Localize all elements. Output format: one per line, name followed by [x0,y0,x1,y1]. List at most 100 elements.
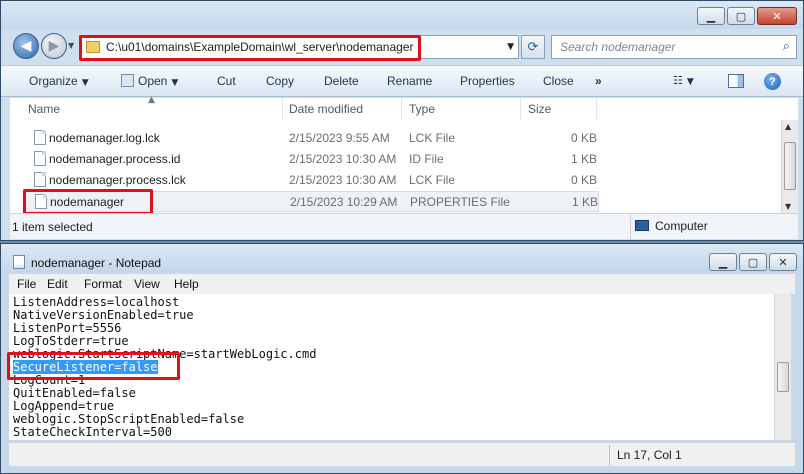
status-divider [609,445,610,465]
column-size[interactable]: Size [528,102,551,116]
minimize-icon: ▁ [706,9,716,23]
file-name: nodemanager.process.lck [49,173,186,187]
chevron-down-icon: ▼ [81,78,89,88]
file-size: 1 KB [571,152,598,166]
preview-pane-button[interactable] [728,74,744,88]
window-title: nodemanager - Notepad [31,256,162,270]
maximize-icon: ▢ [747,255,759,269]
status-divider [630,214,631,240]
organize-button[interactable]: Organize ▼ [29,74,89,88]
file-size: 1 KB [572,195,599,209]
editor-scrollbar[interactable] [774,294,791,440]
file-icon [34,172,46,187]
details-view-icon: ☷ [673,74,683,87]
column-date-modified[interactable]: Date modified [289,102,363,116]
file-date: 2/15/2023 10:30 AM [289,152,397,166]
open-button[interactable]: Open ▼ [121,74,178,88]
search-placeholder: Search nodemanager [560,40,676,54]
chevron-down-icon: ▼ [171,78,179,88]
column-divider[interactable] [596,98,597,120]
maximize-button[interactable]: ▢ [739,253,767,271]
close-file-button[interactable]: Close [543,74,574,88]
file-type: PROPERTIES File [410,195,510,209]
close-icon: ✕ [778,255,788,269]
file-row[interactable]: nodemanager.process.lck 2/15/2023 10:30 … [24,170,599,191]
folder-icon [86,41,100,53]
column-name[interactable]: Name [28,102,60,116]
scrollbar-thumb[interactable] [777,362,789,392]
refresh-icon: ⟳ [527,39,539,55]
file-row-selected[interactable]: nodemanager 2/15/2023 10:29 AM PROPERTIE… [24,191,599,212]
file-name: nodemanager.process.id [49,152,181,166]
address-bar[interactable]: C:\u01\domains\ExampleDomain\wl_server\n… [79,35,519,59]
back-button[interactable]: ◀ [13,33,39,59]
location-label: Computer [655,219,708,233]
scrollbar-thumb[interactable] [784,142,796,190]
refresh-button[interactable]: ⟳ [521,35,545,59]
properties-button[interactable]: Properties [460,74,515,88]
column-divider[interactable] [282,98,283,120]
notepad-icon [121,74,134,87]
file-type: ID File [409,152,444,166]
search-icon[interactable]: ⌕ [783,39,790,54]
search-input[interactable]: Search nodemanager ⌕ [551,35,797,59]
text-line: StateCheckInterval=500 [13,425,172,439]
forward-button[interactable]: ▶ [41,33,67,59]
delete-button[interactable]: Delete [324,74,359,88]
forward-arrow-icon: ▶ [48,38,60,54]
close-window-button[interactable]: ✕ [757,7,797,25]
file-row[interactable]: nodemanager.process.id 2/15/2023 10:30 A… [24,149,599,170]
rename-button[interactable]: Rename [387,74,432,88]
notepad-status-bar: Ln 17, Col 1 [9,442,795,466]
menu-format[interactable]: Format [84,277,122,291]
file-icon [34,130,46,145]
file-date: 2/15/2023 10:29 AM [290,195,398,209]
menu-file[interactable]: File [17,277,36,291]
maximize-icon: ▢ [735,9,747,23]
minimize-icon: ▁ [718,255,728,269]
view-options-button[interactable]: ☷ ▼ [673,74,694,87]
text-editor[interactable]: ListenAddress=localhost NativeVersionEna… [9,294,791,440]
scroll-up-icon[interactable]: ▲ [785,122,791,131]
explorer-titlebar[interactable]: ▁ ▢ ✕ [1,1,803,29]
file-list: ▲ Name Date modified Type Size nodemanag… [10,95,798,213]
notepad-icon [13,255,25,269]
more-commands-button[interactable]: » [595,74,602,88]
minimize-button[interactable]: ▁ [709,253,737,271]
notepad-titlebar[interactable]: nodemanager - Notepad ▁ ▢ ✕ [1,244,803,272]
close-window-button[interactable]: ✕ [769,253,797,271]
selected-text: SecureListener=false [13,360,158,374]
menu-help[interactable]: Help [174,277,199,291]
command-toolbar: Organize ▼ Open ▼ Cut Copy Delete Rename P… [1,65,803,97]
column-divider[interactable] [520,98,521,120]
menu-view[interactable]: View [134,277,160,291]
open-label: Open [138,74,168,88]
menu-edit[interactable]: Edit [47,277,68,291]
file-type: LCK File [409,131,456,145]
copy-button[interactable]: Copy [266,74,294,88]
help-icon: ? [769,75,776,88]
file-size: 0 KB [571,131,598,145]
column-type[interactable]: Type [409,102,435,116]
close-icon: ✕ [772,9,782,23]
file-list-scrollbar[interactable]: ▲ ▼ [781,120,798,213]
back-arrow-icon: ◀ [20,38,32,54]
maximize-button[interactable]: ▢ [727,7,755,25]
file-row[interactable]: nodemanager.log.lck 2/15/2023 9:55 AM LC… [24,128,599,149]
cut-button[interactable]: Cut [217,74,236,88]
organize-label: Organize [29,74,78,88]
minimize-button[interactable]: ▁ [697,7,725,25]
help-button[interactable]: ? [764,73,781,90]
explorer-window: ▁ ▢ ✕ ◀ ▶ ▼ C:\u01\domains\ExampleDomain… [0,0,804,241]
recent-pages-dropdown[interactable]: ▼ [68,41,74,50]
address-path: C:\u01\domains\ExampleDomain\wl_server\n… [106,40,414,54]
menu-bar: File Edit Format View Help [9,274,795,294]
file-date: 2/15/2023 9:55 AM [289,131,390,145]
selection-count: 1 item selected [12,220,93,234]
file-name: nodemanager [50,195,125,209]
column-divider[interactable] [401,98,402,120]
scroll-down-icon[interactable]: ▼ [785,202,791,211]
file-size: 0 KB [571,173,598,187]
address-dropdown-icon[interactable]: ▼ [507,42,514,52]
cursor-position: Ln 17, Col 1 [617,448,682,462]
